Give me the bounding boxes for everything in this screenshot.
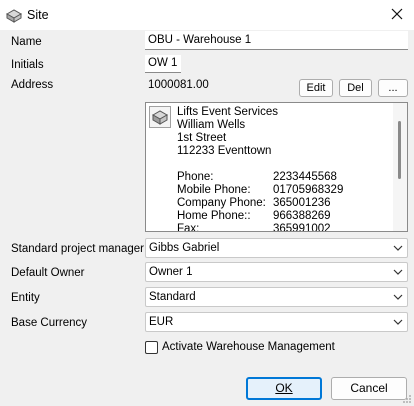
entity-label: Entity <box>11 292 40 304</box>
default-owner-select[interactable]: Owner 1 <box>145 262 408 282</box>
scroll-thumb[interactable] <box>398 121 401 179</box>
warehouse-management-label[interactable]: Activate Warehouse Management <box>162 341 335 353</box>
chevron-down-icon[interactable] <box>393 292 403 302</box>
entity-value: Standard <box>149 291 196 303</box>
entity-select[interactable]: Standard <box>145 287 408 307</box>
contact-value: 966388269 <box>273 210 331 222</box>
address-scrollbar[interactable] <box>393 103 407 231</box>
base-currency-value: EUR <box>149 316 174 328</box>
contact-label: Company Phone: <box>177 197 266 209</box>
window-title: Site <box>27 8 49 22</box>
resize-grip-icon[interactable] <box>402 394 412 404</box>
contact-value: 2233445568 <box>273 171 337 183</box>
title-bar: Site <box>0 0 414 30</box>
more-button[interactable]: ... <box>378 79 408 97</box>
default-owner-label: Default Owner <box>11 267 85 279</box>
chevron-down-icon[interactable] <box>393 243 403 253</box>
project-manager-value: Gibbs Gabriel <box>149 242 220 254</box>
name-field[interactable]: OBU - Warehouse 1 <box>145 31 408 50</box>
ok-button-label: OK <box>275 381 293 395</box>
contact-value: 01705968329 <box>273 184 344 196</box>
contact-label: Fax: <box>177 223 200 232</box>
contact-label: Home Phone:: <box>177 210 251 222</box>
name-value: OBU - Warehouse 1 <box>148 34 252 46</box>
address-street: 1st Street <box>177 132 227 144</box>
address-city: 112233 Eventtown <box>177 145 272 157</box>
site-dialog: Site Name OBU - Warehouse 1 Initials OW … <box>0 0 414 406</box>
initials-value: OW 1 <box>148 57 178 69</box>
close-icon[interactable] <box>388 5 406 23</box>
base-currency-select[interactable]: EUR <box>145 312 408 332</box>
project-manager-label: Standard project manager <box>11 243 144 255</box>
chevron-down-icon[interactable] <box>393 317 403 327</box>
edit-button[interactable]: Edit <box>299 79 333 97</box>
default-owner-value: Owner 1 <box>149 266 193 278</box>
address-id: 1000081.00 <box>148 79 209 91</box>
building-icon <box>149 106 171 128</box>
address-label: Address <box>11 79 54 91</box>
delete-button[interactable]: Del <box>339 79 372 97</box>
cancel-button[interactable]: Cancel <box>331 377 407 400</box>
warehouse-management-checkbox[interactable] <box>145 341 158 354</box>
chevron-down-icon[interactable] <box>393 267 403 277</box>
address-company: Lifts Event Services <box>177 106 278 118</box>
initials-label: Initials <box>11 59 44 71</box>
base-currency-label: Base Currency <box>11 317 88 329</box>
site-icon <box>5 7 23 23</box>
contact-label: Mobile Phone: <box>177 184 251 196</box>
address-box[interactable]: Lifts Event Services William Wells 1st S… <box>145 102 408 232</box>
initials-field[interactable]: OW 1 <box>145 55 181 73</box>
contact-label: Phone: <box>177 171 214 183</box>
address-person: William Wells <box>177 119 246 131</box>
cancel-button-label: Cancel <box>350 381 388 395</box>
contact-value: 365991002 <box>273 223 331 232</box>
name-label: Name <box>11 36 42 48</box>
ok-button[interactable]: OK <box>246 377 322 400</box>
contact-value: 365001236 <box>273 197 331 209</box>
project-manager-select[interactable]: Gibbs Gabriel <box>145 238 408 258</box>
